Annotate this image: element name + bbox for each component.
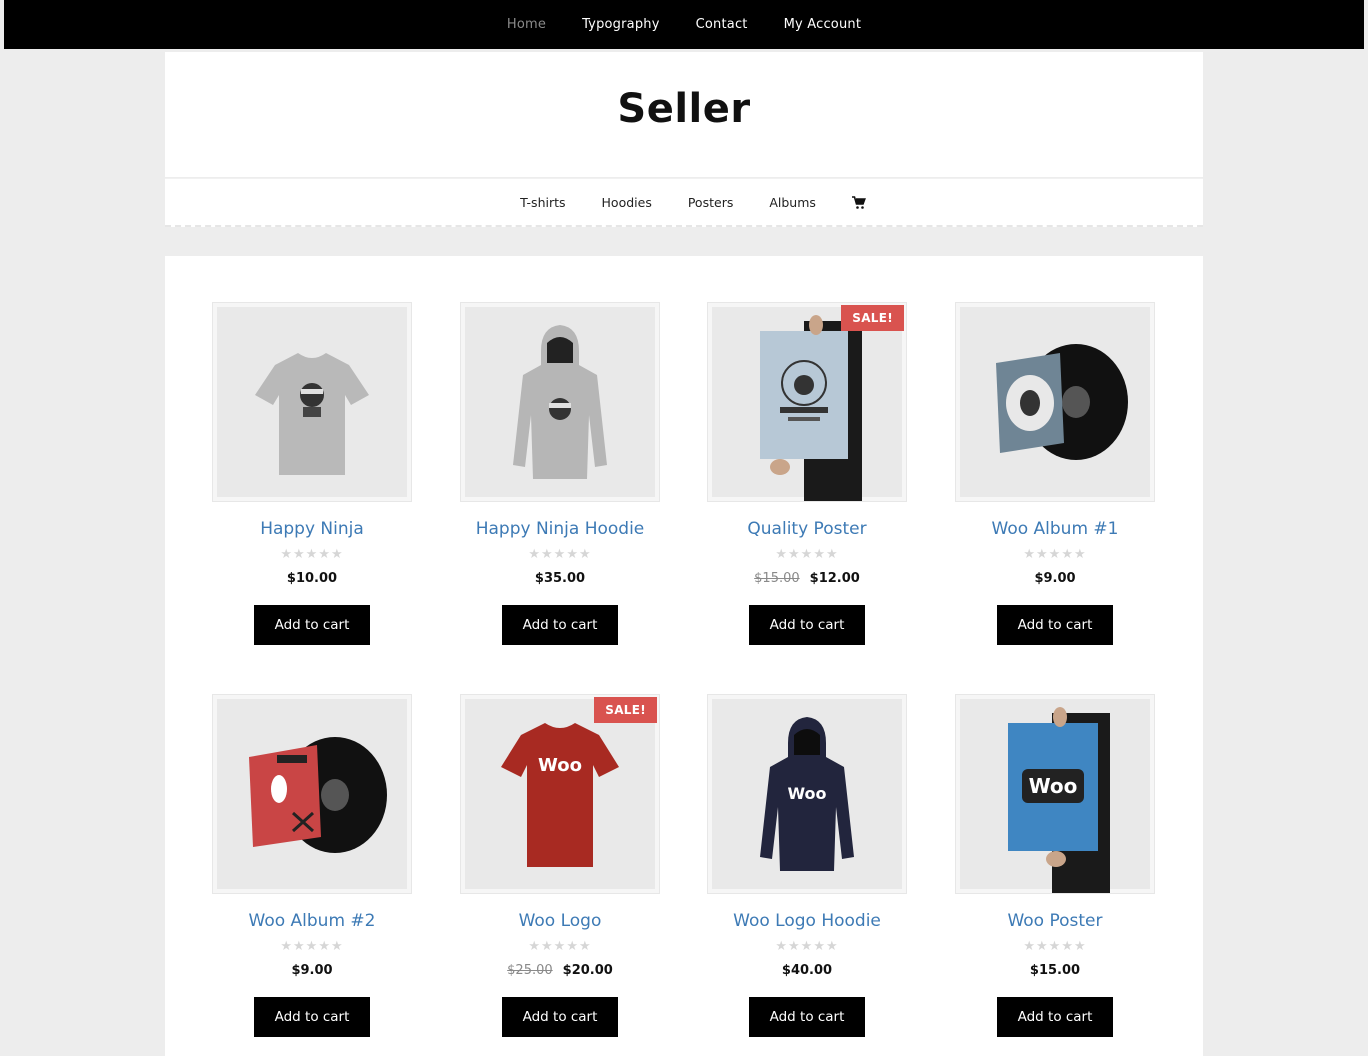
product-card: Woo Woo Logo Hoodie ★★★★★ $40.00 Add to … (707, 694, 907, 1037)
price-current: $9.00 (291, 963, 333, 978)
svg-text:Woo: Woo (787, 784, 826, 803)
price-current: $20.00 (562, 963, 613, 978)
product-price: $15.00 $12.00 (707, 571, 907, 589)
hoodie-image-icon (513, 325, 607, 479)
nav-item-contact[interactable]: Contact (696, 17, 748, 32)
category-posters[interactable]: Posters (688, 195, 734, 210)
rating-stars: ★★★★★ (528, 547, 592, 562)
product-image[interactable]: Woo (707, 694, 907, 894)
top-nav-menu: Home Typography Contact My Account (4, 0, 1364, 49)
product-image[interactable] (212, 302, 412, 502)
top-navigation-bar: Home Typography Contact My Account (4, 0, 1364, 49)
add-to-cart-button[interactable]: Add to cart (997, 997, 1113, 1037)
product-card: Woo Woo Poster ★★★★★ $15.00 Add to cart (955, 694, 1155, 1037)
product-price: $15.00 (955, 963, 1155, 981)
nav-item-my-account[interactable]: My Account (784, 17, 862, 32)
product-image[interactable] (460, 302, 660, 502)
cart-icon[interactable] (851, 195, 866, 209)
price-current: $40.00 (781, 963, 833, 978)
rating-stars: ★★★★★ (1023, 547, 1087, 562)
product-price: $10.00 (212, 571, 412, 589)
add-to-cart-button[interactable]: Add to cart (749, 605, 865, 645)
tshirt-image-icon (255, 353, 369, 475)
add-to-cart-button[interactable]: Add to cart (997, 605, 1113, 645)
nav-item-typography[interactable]: Typography (582, 17, 660, 32)
product-image[interactable] (212, 694, 412, 894)
rating-stars: ★★★★★ (1023, 939, 1087, 954)
poster-image-icon: Woo (1008, 707, 1110, 893)
price-current: $9.00 (1034, 571, 1076, 586)
rating-stars: ★★★★★ (528, 939, 592, 954)
product-title[interactable]: Happy Ninja (212, 519, 412, 541)
price-current: $15.00 (1029, 963, 1081, 978)
add-to-cart-button[interactable]: Add to cart (254, 605, 370, 645)
hoodie-image-icon: Woo (760, 717, 854, 871)
product-card: Woo SALE! Woo Logo ★★★★★ $25.00 $20.00 Ad… (460, 694, 660, 1037)
product-title[interactable]: Woo Poster (955, 911, 1155, 933)
product-grid: Happy Ninja ★★★★★ $10.00 Add to cart Hap… (165, 256, 1203, 1056)
add-to-cart-button[interactable]: Add to cart (502, 605, 618, 645)
price-original: $15.00 (754, 571, 800, 586)
product-price: $25.00 $20.00 (460, 963, 660, 981)
svg-text:Woo: Woo (1029, 774, 1078, 798)
category-albums[interactable]: Albums (769, 195, 816, 210)
album-image-icon (996, 344, 1128, 460)
product-title[interactable]: Woo Logo (460, 911, 660, 933)
product-card: Happy Ninja ★★★★★ $10.00 Add to cart (212, 302, 412, 645)
add-to-cart-button[interactable]: Add to cart (749, 997, 865, 1037)
product-price: $9.00 (955, 571, 1155, 589)
site-title[interactable]: Seller (0, 86, 1368, 132)
price-current: $10.00 (286, 571, 338, 586)
album-image-icon (249, 737, 387, 853)
svg-text:Woo: Woo (538, 755, 582, 776)
product-price: $40.00 (707, 963, 907, 981)
product-title[interactable]: Woo Logo Hoodie (707, 911, 907, 933)
product-card: Woo Album #1 ★★★★★ $9.00 Add to cart (955, 302, 1155, 645)
product-image[interactable]: SALE! (707, 302, 907, 502)
rating-stars: ★★★★★ (775, 547, 839, 562)
price-original: $25.00 (507, 963, 553, 978)
nav-item-home[interactable]: Home (507, 17, 546, 32)
tshirt-image-icon: Woo (501, 723, 619, 867)
category-tshirts[interactable]: T-shirts (520, 195, 565, 210)
category-hoodies[interactable]: Hoodies (602, 195, 652, 210)
category-menu: T-shirts Hoodies Posters Albums (165, 178, 1203, 227)
sale-badge: SALE! (841, 305, 904, 331)
product-title[interactable]: Quality Poster (707, 519, 907, 541)
sale-badge: SALE! (594, 697, 657, 723)
product-image[interactable]: Woo SALE! (460, 694, 660, 894)
product-card: Happy Ninja Hoodie ★★★★★ $35.00 Add to c… (460, 302, 660, 645)
product-image[interactable] (955, 302, 1155, 502)
add-to-cart-button[interactable]: Add to cart (254, 997, 370, 1037)
product-title[interactable]: Woo Album #1 (955, 519, 1155, 541)
product-image[interactable]: Woo (955, 694, 1155, 894)
price-current: $35.00 (534, 571, 586, 586)
add-to-cart-button[interactable]: Add to cart (502, 997, 618, 1037)
product-card: SALE! Quality Poster ★★★★★ $15.00 $12.00 … (707, 302, 907, 645)
product-card: Woo Album #2 ★★★★★ $9.00 Add to cart (212, 694, 412, 1037)
product-title[interactable]: Happy Ninja Hoodie (460, 519, 660, 541)
rating-stars: ★★★★★ (775, 939, 839, 954)
rating-stars: ★★★★★ (280, 547, 344, 562)
product-title[interactable]: Woo Album #2 (212, 911, 412, 933)
poster-image-icon (760, 315, 862, 501)
product-price: $35.00 (460, 571, 660, 589)
rating-stars: ★★★★★ (280, 939, 344, 954)
price-current: $12.00 (809, 571, 860, 586)
product-price: $9.00 (212, 963, 412, 981)
